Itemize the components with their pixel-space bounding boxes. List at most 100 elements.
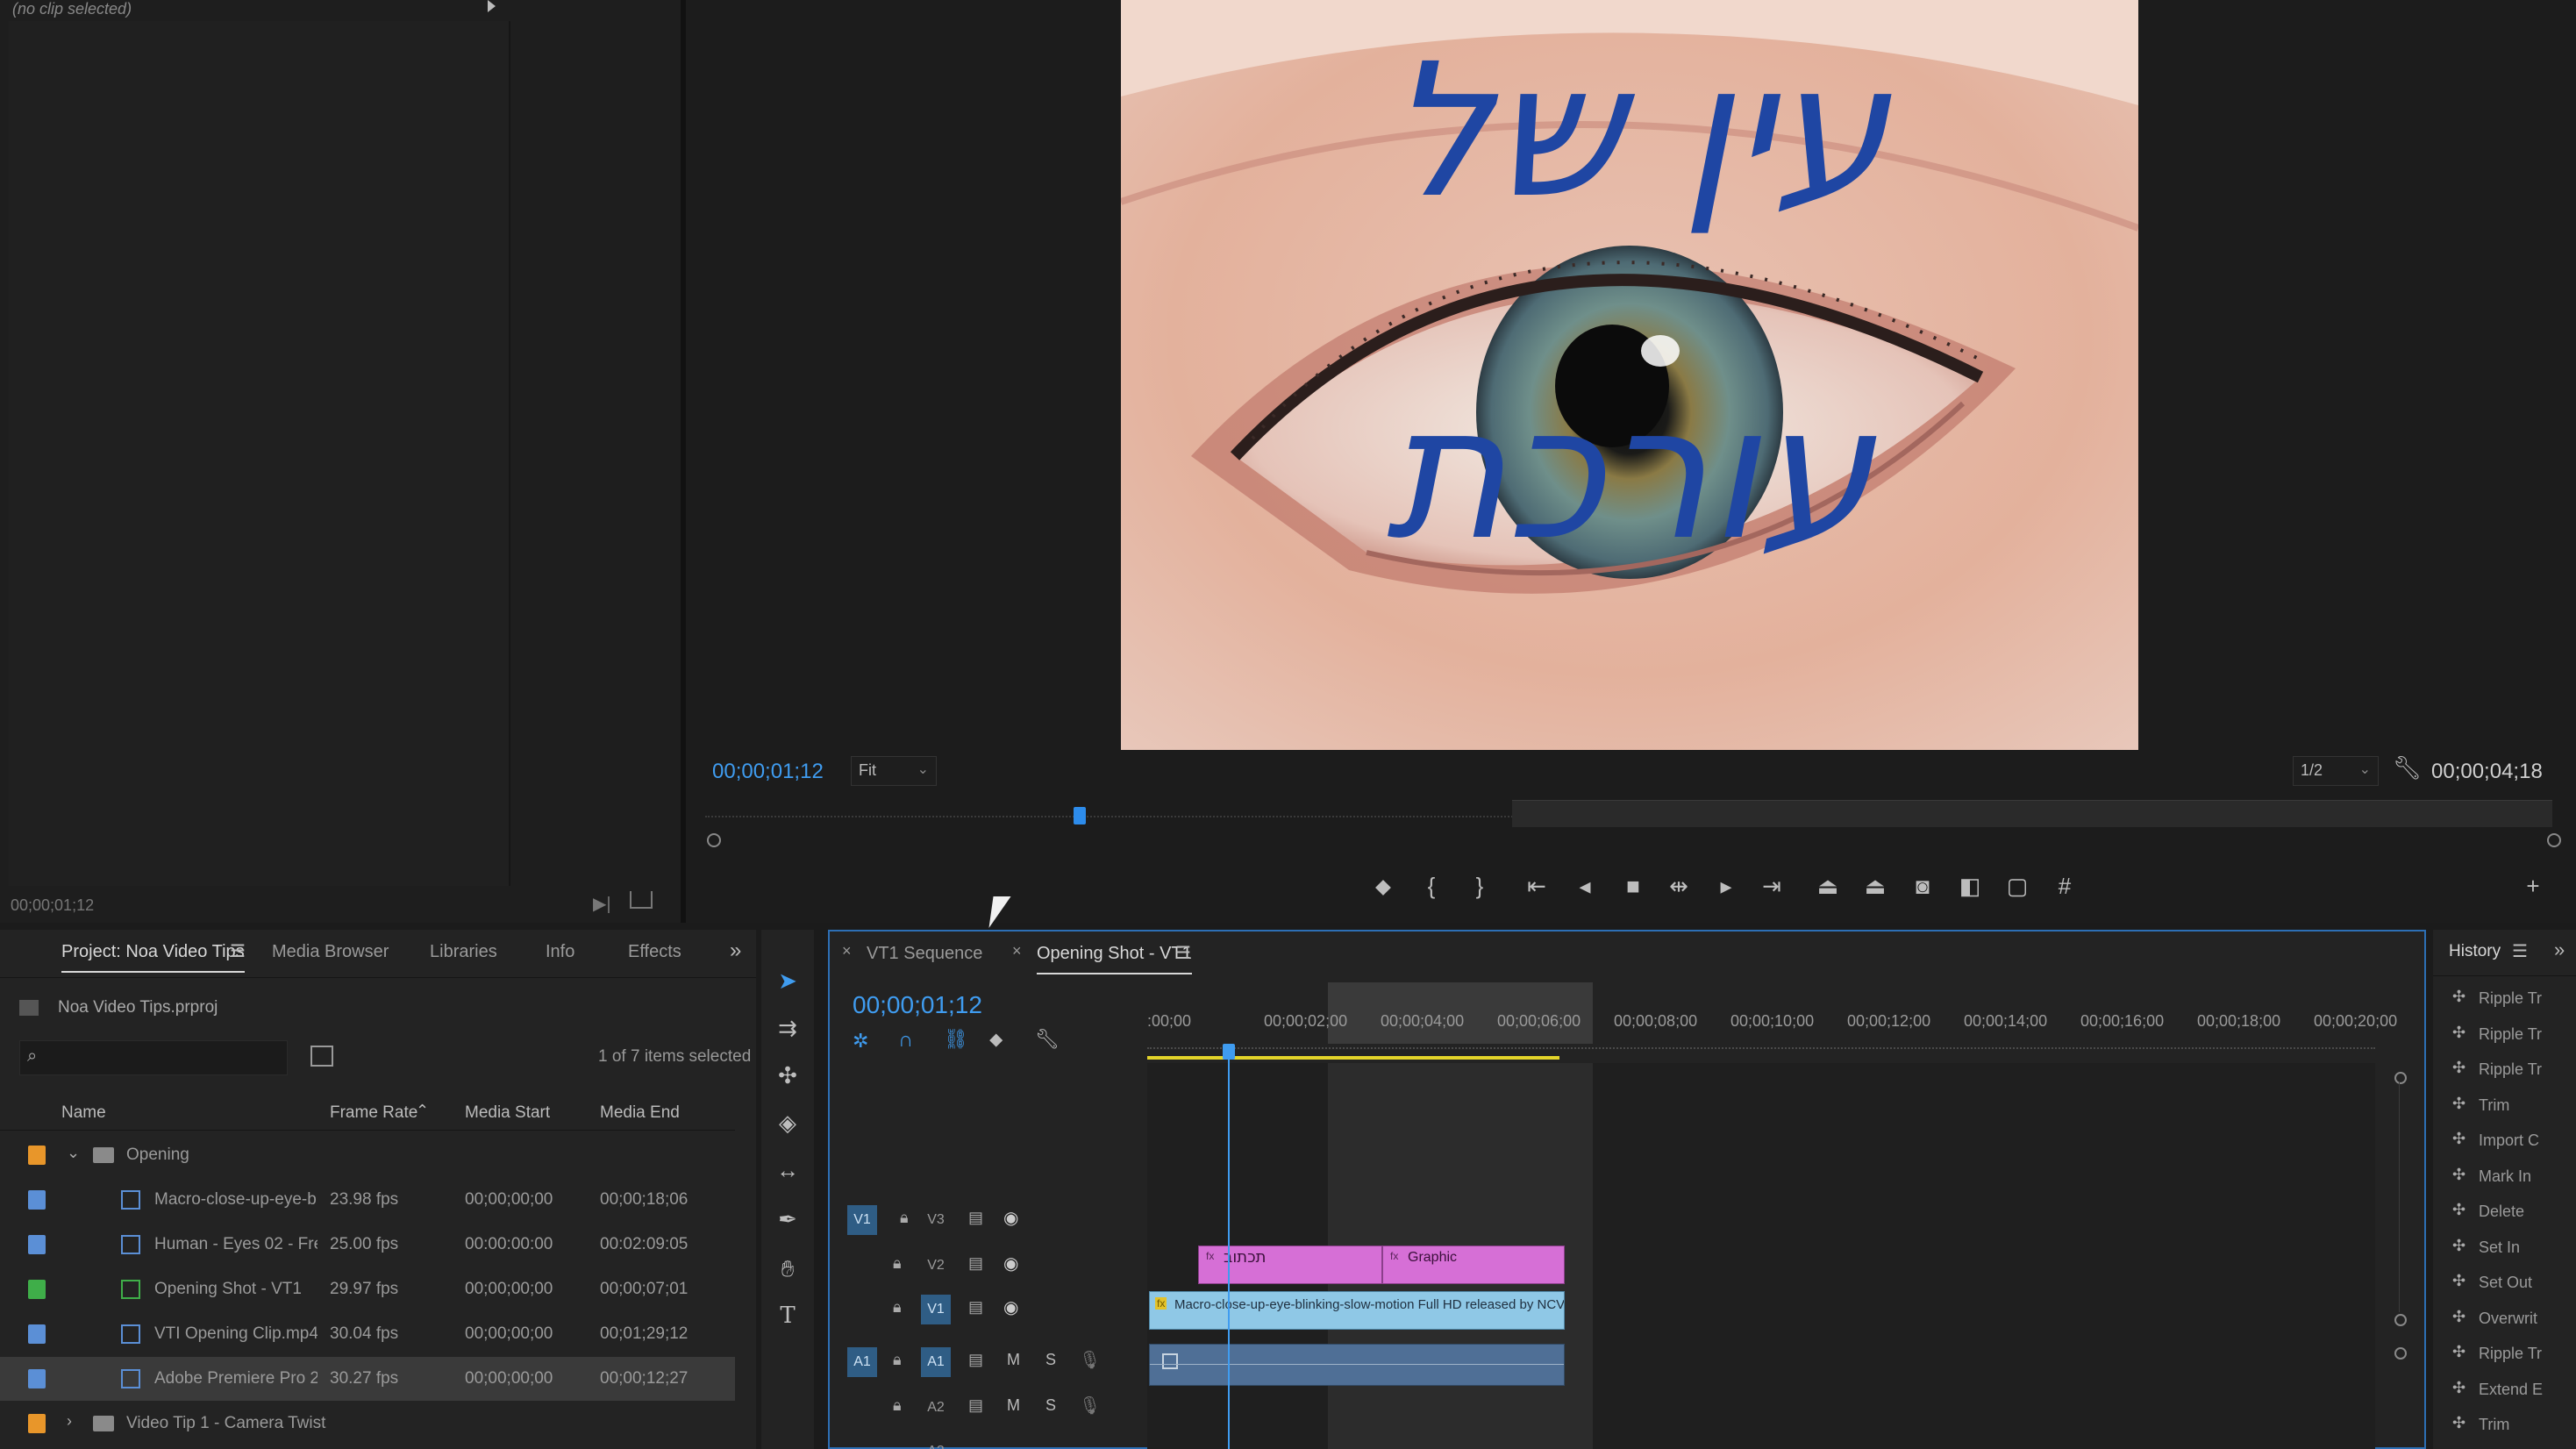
stop-icon[interactable]: ■ [1616, 868, 1651, 903]
vertical-scroll-handle[interactable] [2394, 1314, 2407, 1326]
export-frame-icon[interactable] [630, 891, 653, 909]
sync-lock-icon[interactable]: ▤ [968, 1254, 983, 1273]
track-v3-label[interactable]: V3 [921, 1205, 951, 1235]
pen-tool-icon[interactable]: ✒ [770, 1202, 805, 1237]
lock-icon[interactable]: 🔒︎ [900, 1209, 909, 1227]
label-color-swatch[interactable] [28, 1280, 46, 1299]
vertical-scroll-handle[interactable] [2394, 1072, 2407, 1084]
track-v1-label[interactable]: V1 [921, 1295, 951, 1324]
column-frame-rate[interactable]: Frame Rate [330, 1103, 417, 1123]
mark-out-icon[interactable]: } [1462, 868, 1497, 903]
vertical-scroll-handle[interactable] [2394, 1347, 2407, 1360]
track-v2-label[interactable]: V2 [921, 1251, 951, 1281]
solo-button[interactable]: S [1045, 1351, 1056, 1369]
wrench-icon[interactable]: 🔧︎ [2393, 754, 2422, 782]
sort-ascending-icon[interactable]: ⌃ [416, 1102, 429, 1120]
resolution-select[interactable]: 1/2 ⌄ [2293, 756, 2379, 786]
history-item[interactable]: ✣ Set In [2452, 1231, 2575, 1263]
track-a3-label[interactable]: A3 [921, 1437, 951, 1449]
mute-button[interactable]: M [1007, 1396, 1020, 1415]
comparison-view-icon[interactable]: ◧ [1952, 868, 1987, 903]
play-in-to-out-icon[interactable]: ⇹ [1661, 868, 1696, 903]
insert-icon[interactable]: ▶| [593, 893, 611, 915]
project-item-row[interactable]: Human - Eyes 02 - Free 25.00 fps 00:00:00:… [0, 1223, 735, 1267]
extract-icon[interactable]: ⏏ [1858, 868, 1893, 903]
grid-icon[interactable]: # [2047, 868, 2082, 903]
project-item-row[interactable]: Macro-close-up-eye-bli 23.98 fps 00;00;00;… [0, 1178, 735, 1222]
column-media-start[interactable]: Media Start [465, 1103, 550, 1123]
safe-margins-icon[interactable]: ▢ [2000, 868, 2035, 903]
voiceover-mic-icon[interactable]: 🎙︎ [1079, 1395, 1101, 1417]
history-item[interactable]: ✣ Import C [2452, 1124, 2575, 1156]
search-input[interactable]: ⌕ [19, 1040, 288, 1075]
project-item-row[interactable]: Adobe Premiere Pro 20 30.27 fps 00;00;00;0… [0, 1357, 735, 1401]
scrub-end-handle[interactable] [2547, 833, 2561, 847]
solo-button[interactable]: S [1045, 1396, 1056, 1415]
sync-lock-icon[interactable]: ▤ [968, 1396, 983, 1415]
add-marker-icon[interactable]: ⬥ [1366, 868, 1401, 903]
timeline-playhead[interactable] [1228, 1044, 1230, 1449]
go-to-out-icon[interactable]: ⇥ [1754, 868, 1789, 903]
lift-icon[interactable]: ⏏ [1810, 868, 1845, 903]
project-item-row[interactable]: VTI Opening Clip.mp4 30.04 fps 00;00;00;00… [0, 1312, 735, 1356]
tab-effects[interactable]: Effects [628, 942, 681, 962]
lock-icon[interactable]: 🔒︎ [893, 1396, 902, 1415]
history-item[interactable]: ✣ Ripple Tr [2452, 1338, 2575, 1369]
tab-project[interactable]: Project: Noa Video Tips [61, 942, 245, 973]
history-menu-icon[interactable]: ☰ [2512, 940, 2528, 962]
eye-visibility-icon[interactable]: ◉ [1003, 1253, 1018, 1274]
add-button-icon[interactable]: + [2515, 868, 2551, 903]
history-item[interactable]: ✣ Mark In [2452, 1160, 2575, 1192]
history-item[interactable]: ✣ Overwrit [2452, 1303, 2575, 1334]
chevron-right-icon[interactable]: › [67, 1412, 72, 1431]
column-name[interactable]: Name [61, 1103, 106, 1123]
label-color-swatch[interactable] [28, 1146, 46, 1165]
v1-video-clip[interactable]: fx Macro-close-up-eye-blinking-slow-moti… [1149, 1291, 1565, 1330]
voiceover-mic-icon[interactable]: 🎙︎ [1079, 1349, 1101, 1371]
track-a1-label[interactable]: A1 [921, 1347, 951, 1377]
v2-graphic-clip-a[interactable]: fx תכתוב [1198, 1246, 1382, 1284]
a1-audio-clip[interactable] [1149, 1344, 1565, 1386]
history-item[interactable]: ✣ Ripple Tr [2452, 1018, 2575, 1050]
new-bin-from-search-icon[interactable] [310, 1046, 333, 1067]
program-timecode[interactable]: 00;00;01;12 [712, 760, 824, 784]
tab-info[interactable]: Info [546, 942, 574, 962]
program-playhead[interactable] [1074, 807, 1086, 824]
history-item[interactable]: ✣ Ripple Tr [2452, 1053, 2575, 1085]
lock-icon[interactable]: 🔒︎ [893, 1351, 902, 1369]
label-color-swatch[interactable] [28, 1235, 46, 1254]
history-item[interactable]: ✣ Ripple Tr [2452, 982, 2575, 1014]
label-color-swatch[interactable] [28, 1414, 46, 1433]
lock-icon[interactable]: 🔒︎ [893, 1298, 902, 1317]
eye-visibility-icon[interactable]: ◉ [1003, 1296, 1018, 1318]
sync-lock-icon[interactable]: ▤ [968, 1298, 983, 1317]
label-color-swatch[interactable] [28, 1369, 46, 1388]
label-color-swatch[interactable] [28, 1190, 46, 1210]
label-color-swatch[interactable] [28, 1324, 46, 1344]
sync-lock-icon[interactable]: ▤ [968, 1351, 983, 1369]
history-item[interactable]: ✣ Delete [2452, 1196, 2575, 1227]
history-item[interactable]: ✣ Extend E [2452, 1374, 2575, 1405]
timeline-playhead-head[interactable] [1223, 1044, 1235, 1060]
mark-in-icon[interactable]: { [1414, 868, 1449, 903]
scrub-start-handle[interactable] [707, 833, 721, 847]
overflow-chevron-icon[interactable]: » [2554, 939, 2565, 961]
step-back-icon[interactable]: ◂ [1567, 868, 1602, 903]
bin-row[interactable]: ⌄ Opening [0, 1133, 735, 1177]
step-forward-icon[interactable]: ▸ [1709, 868, 1744, 903]
program-scrub-bar[interactable] [705, 789, 2561, 847]
history-item[interactable]: ✣ Trim [2452, 1409, 2575, 1440]
camera-icon[interactable]: ◙ [1905, 868, 1940, 903]
razor-tool-icon[interactable]: ◈ [770, 1105, 805, 1140]
go-to-in-icon[interactable]: ⇤ [1519, 868, 1554, 903]
bin-row[interactable]: › Video Tip 1 - Camera Twist [0, 1402, 735, 1445]
eye-visibility-icon[interactable]: ◉ [1003, 1207, 1018, 1229]
selection-tool-icon[interactable]: ➤ [770, 963, 805, 998]
overflow-chevron-icon[interactable]: » [730, 939, 741, 963]
history-title[interactable]: History [2449, 942, 2501, 961]
source-patch-a1[interactable]: A1 [847, 1347, 877, 1377]
project-item-row[interactable]: Opening Shot - VT1 29.97 fps 00;00;00;00 00… [0, 1267, 735, 1311]
type-tool-icon[interactable]: T [770, 1298, 805, 1333]
chevron-down-icon[interactable]: ⌄ [67, 1144, 80, 1162]
lock-icon[interactable]: 🔒︎ [893, 1254, 902, 1273]
